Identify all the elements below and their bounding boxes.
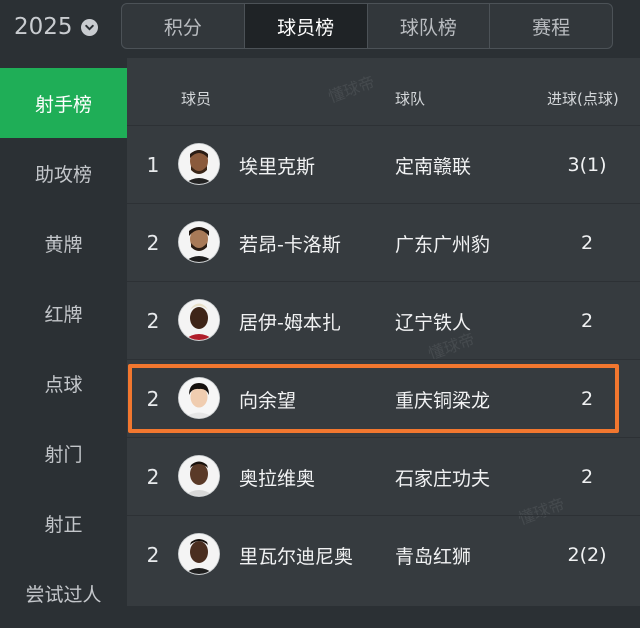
team-name: 石家庄功夫 bbox=[395, 467, 491, 490]
rank: 2 bbox=[146, 387, 160, 411]
tab-standings[interactable]: 积分 bbox=[122, 4, 245, 48]
tab-bar: 积分 球员榜 球队榜 赛程 bbox=[121, 3, 613, 49]
season-selector[interactable]: 2025 bbox=[14, 10, 98, 44]
rank: 2 bbox=[146, 465, 160, 489]
player-avatar bbox=[179, 534, 219, 574]
player-avatar bbox=[179, 456, 219, 496]
table-row[interactable]: 2 里瓦尔迪尼奥 青岛红狮 2(2) bbox=[127, 515, 640, 594]
player-name: 若昂-卡洛斯 bbox=[239, 233, 341, 256]
goals-value: 2(2) bbox=[567, 544, 607, 566]
team-name: 辽宁铁人 bbox=[395, 311, 472, 334]
team-name: 定南赣联 bbox=[395, 155, 472, 178]
player-avatar bbox=[179, 300, 219, 340]
player-name: 里瓦尔迪尼奥 bbox=[239, 545, 354, 568]
table-row[interactable]: 2 居伊-姆本扎 辽宁铁人 2 bbox=[127, 281, 640, 360]
rank: 2 bbox=[146, 309, 160, 333]
goals-value: 2 bbox=[580, 310, 594, 332]
player-avatar bbox=[179, 222, 219, 262]
header-player: 球员 bbox=[181, 90, 212, 108]
player-avatar bbox=[179, 378, 219, 418]
header-team: 球队 bbox=[395, 90, 426, 108]
season-year: 2025 bbox=[14, 14, 73, 40]
sidebar-item-top-scorers[interactable]: 射手榜 bbox=[0, 68, 127, 138]
table-row[interactable]: 1 埃里克斯 定南赣联 3(1) bbox=[127, 125, 640, 204]
sidebar-item-dribble-attempts[interactable]: 尝试过人 bbox=[0, 558, 127, 628]
table-header: 球员 球队 进球(点球) bbox=[127, 58, 640, 124]
scorer-table: 球员 球队 进球(点球) 懂球帝 懂球帝 懂球帝 1 埃里克斯 定南赣联 3(1… bbox=[127, 58, 640, 606]
sidebar-item-yellow-cards[interactable]: 黄牌 bbox=[0, 208, 127, 278]
sidebar-item-penalties[interactable]: 点球 bbox=[0, 348, 127, 418]
top-bar: 2025 积分 球员榜 球队榜 赛程 bbox=[0, 0, 640, 58]
table-row-highlighted[interactable]: 2 向余望 重庆铜梁龙 2 bbox=[127, 359, 640, 438]
goals-value: 2 bbox=[580, 388, 594, 410]
player-avatar bbox=[179, 144, 219, 184]
player-name: 居伊-姆本扎 bbox=[239, 311, 341, 334]
tab-team-rankings[interactable]: 球队榜 bbox=[368, 4, 491, 48]
goals-value: 3(1) bbox=[567, 154, 607, 176]
team-name: 重庆铜梁龙 bbox=[395, 389, 491, 412]
header-goals: 进球(点球) bbox=[547, 90, 619, 108]
player-name: 奥拉维奥 bbox=[239, 467, 316, 490]
team-name: 广东广州豹 bbox=[395, 233, 491, 256]
sidebar-item-red-cards[interactable]: 红牌 bbox=[0, 278, 127, 348]
tab-player-rankings[interactable]: 球员榜 bbox=[244, 4, 368, 48]
rank: 1 bbox=[146, 153, 160, 177]
sidebar-item-shots[interactable]: 射门 bbox=[0, 418, 127, 488]
sidebar-item-assists[interactable]: 助攻榜 bbox=[0, 138, 127, 208]
goals-value: 2 bbox=[580, 466, 594, 488]
player-name: 埃里克斯 bbox=[239, 155, 316, 178]
stat-category-sidebar: 射手榜 助攻榜 黄牌 红牌 点球 射门 射正 尝试过人 bbox=[0, 68, 127, 606]
tab-schedule[interactable]: 赛程 bbox=[490, 4, 612, 48]
goals-value: 2 bbox=[580, 232, 594, 254]
rank: 2 bbox=[146, 543, 160, 567]
table-row[interactable]: 2 若昂-卡洛斯 广东广州豹 2 bbox=[127, 203, 640, 282]
team-name: 青岛红狮 bbox=[395, 545, 472, 568]
sidebar-item-shots-on-target[interactable]: 射正 bbox=[0, 488, 127, 558]
rank: 2 bbox=[146, 231, 160, 255]
table-row[interactable]: 2 奥拉维奥 石家庄功夫 2 bbox=[127, 437, 640, 516]
chevron-down-icon bbox=[80, 18, 98, 36]
player-name: 向余望 bbox=[239, 389, 297, 412]
